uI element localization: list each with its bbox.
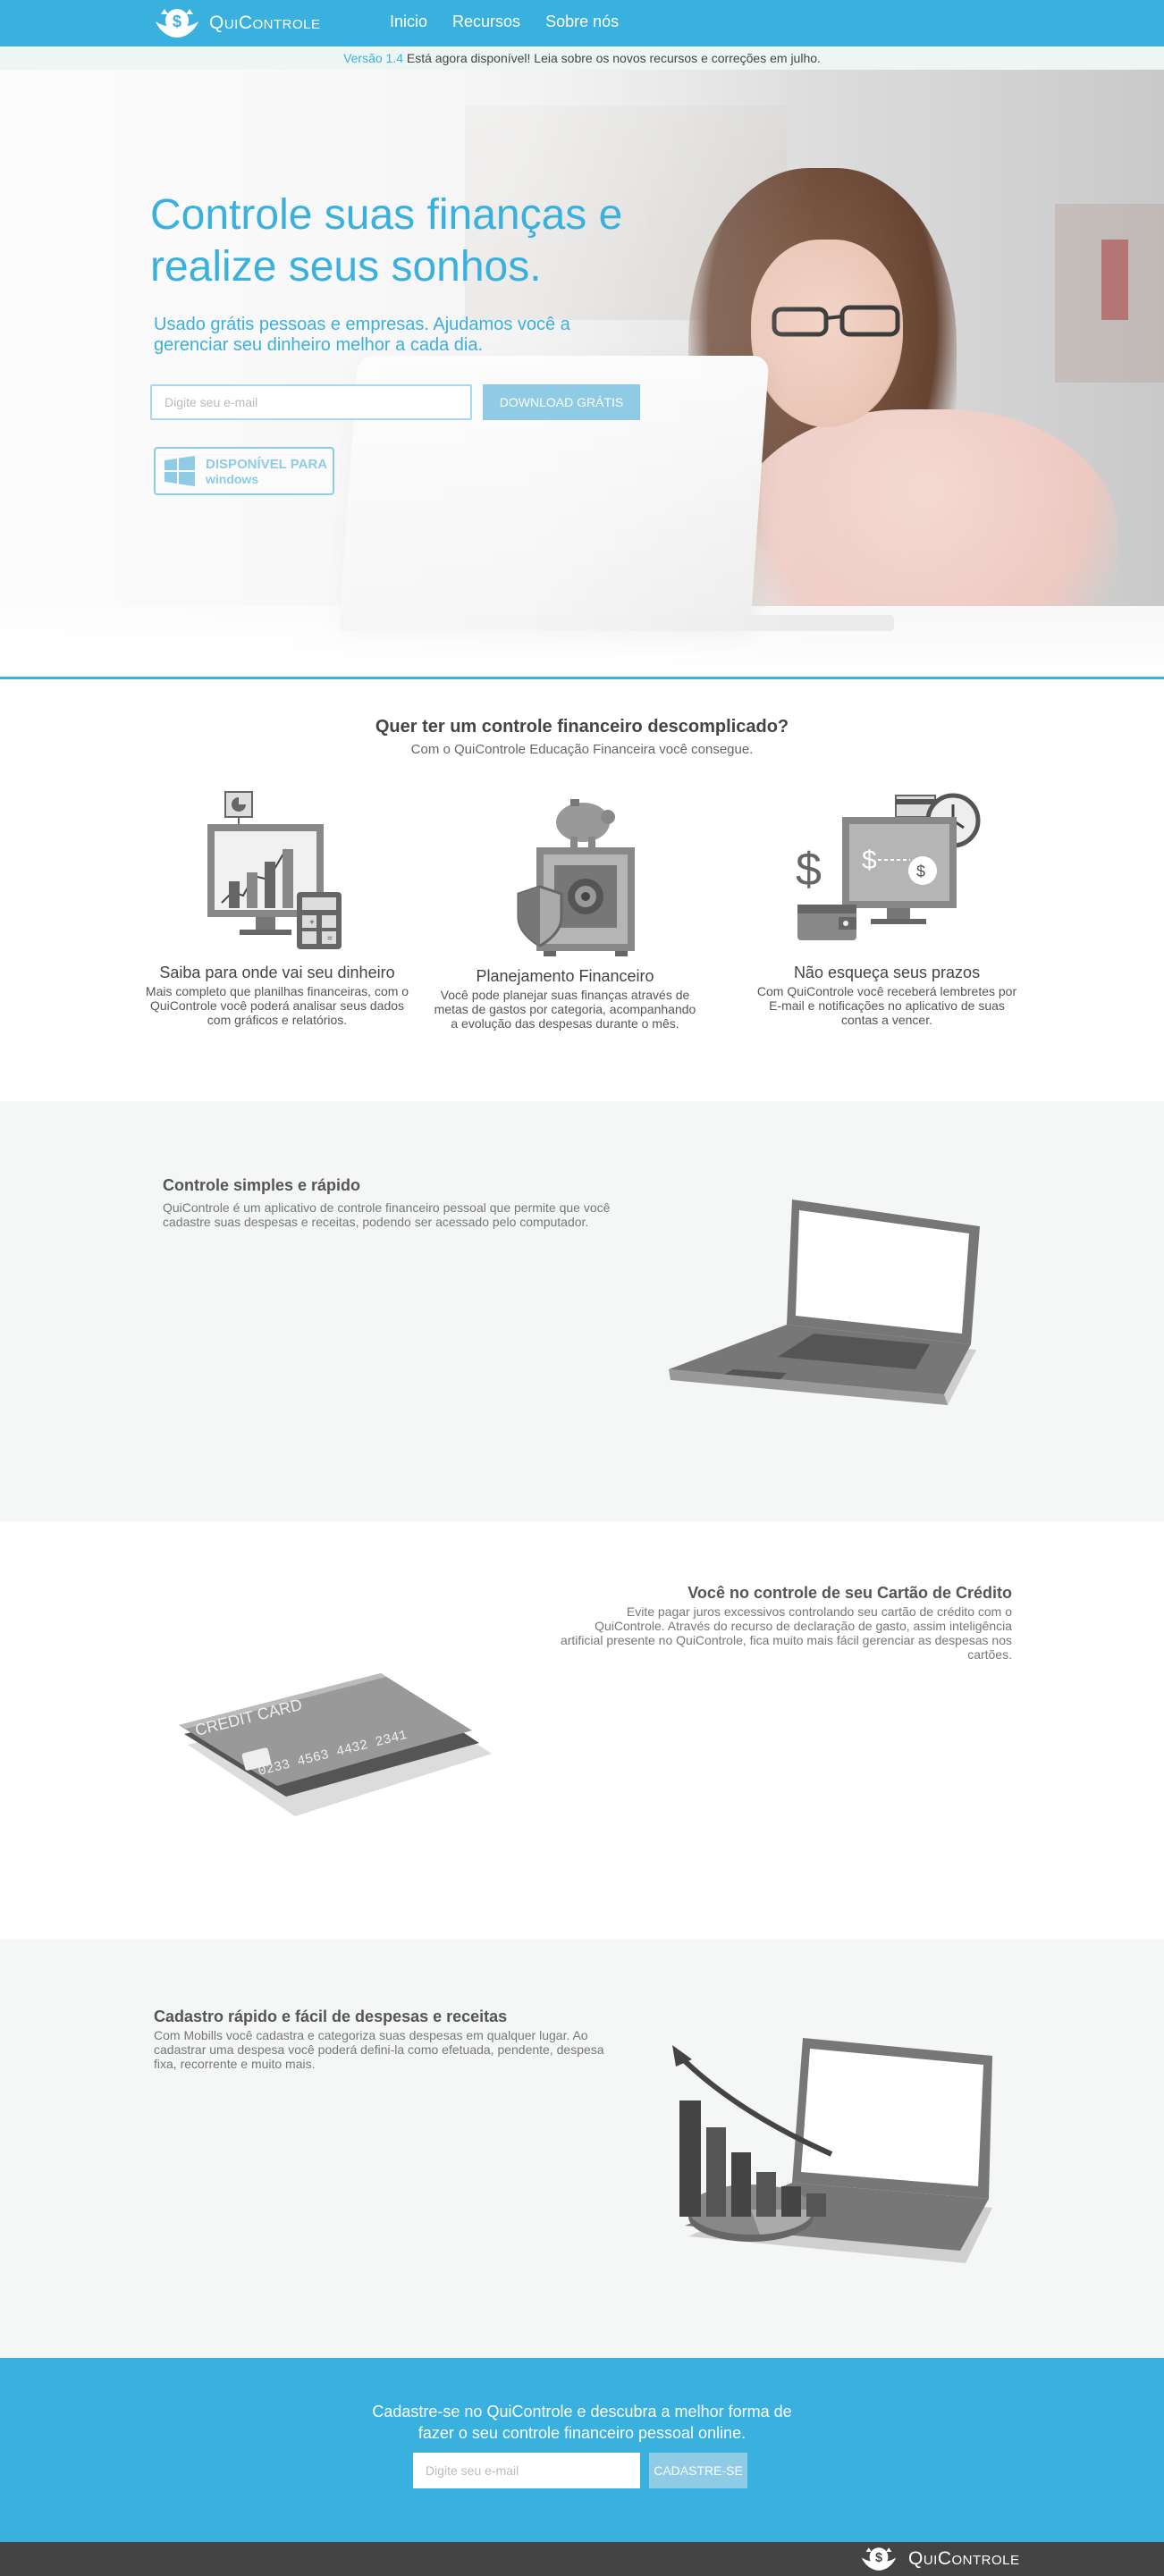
windows-badge[interactable]: DISPONÍVEL PARA windows	[154, 447, 334, 495]
footer: $ QUICONTROLE	[0, 2542, 1164, 2576]
features-section: Quer ter um controle financeiro descompl…	[0, 679, 1164, 1101]
section-title: Controle simples e rápido	[163, 1176, 361, 1194]
feature-title: Não esqueça seus prazos	[793, 964, 981, 981]
nav-link-recursos[interactable]: Recursos	[452, 13, 520, 31]
navbar: $ QUICONTROLE Inicio Recursos Sobre nós	[0, 0, 1164, 46]
features-subtitle: Com o QuiControle Educação Financeira vo…	[410, 742, 754, 757]
announcement-text: Está agora disponível! Leia sobre os nov…	[403, 51, 821, 65]
section-title: Cadastro rápido e fácil de despesas e re…	[154, 2008, 508, 2025]
brand-letter-q: Q	[908, 2548, 924, 2569]
brand-letter-c: C	[937, 2548, 952, 2569]
hero-title: Controle suas finanças e realize seus so…	[150, 191, 623, 290]
feature-desc: Mais completo que planilhas financeiras,…	[145, 984, 409, 1027]
feature-card: + = Saiba para onde vai seu dinheiro Mai…	[143, 787, 411, 1027]
monitor-chart-icon: + =	[207, 791, 342, 949]
windows-icon	[164, 456, 195, 486]
brand-letters-ontrole: ONTROLE	[951, 2553, 1020, 2568]
windows-badge-text: DISPONÍVEL PARA windows	[206, 457, 327, 486]
section-title: Você no controle de seu Cartão de Crédit…	[687, 1584, 1012, 1602]
hero	[0, 70, 1164, 679]
svg-text:$: $	[173, 13, 181, 30]
windows-badge-line1: DISPONÍVEL PARA	[206, 456, 328, 472]
feature-title: Saiba para onde vai seu dinheiro	[159, 964, 395, 981]
features-title: Quer ter um controle financeiro descompl…	[375, 717, 789, 737]
section-desc: QuiControle é um aplicativo de controle …	[163, 1200, 611, 1229]
brand-letters-ui: UI	[224, 17, 239, 32]
brand-letters-ui: UI	[923, 2553, 938, 2568]
hero-overlay	[0, 70, 1164, 677]
cta-email-input[interactable]	[413, 2453, 640, 2488]
signup-cta: Cadastre-se no QuiControle e descubra a …	[0, 2358, 1164, 2542]
nav-link-inicio[interactable]: Inicio	[390, 13, 427, 31]
announcement-bar: Versão 1.4 Está agora disponível! Leia s…	[0, 46, 1164, 70]
cta-text: Cadastre-se no QuiControle e descubra a …	[0, 2401, 1164, 2444]
section-text: Você no controle de seu Cartão de Crédit…	[556, 1584, 1012, 1662]
version-link[interactable]: Versão 1.4	[343, 51, 403, 65]
svg-text:$: $	[796, 844, 822, 896]
nav-link-sobre[interactable]: Sobre nós	[545, 13, 619, 31]
section-simple-control: Controle simples e rápido QuiControle é …	[0, 1101, 1164, 1521]
signup-button[interactable]: CADASTRE-SE	[649, 2453, 747, 2488]
feature-card: $ $ $ Não esqueça seus prazos Com QuiCon…	[753, 787, 1021, 1027]
brand-logo-icon: $	[156, 9, 198, 38]
footer-brand-name: QUICONTROLE	[908, 2548, 1020, 2570]
hero-email-input[interactable]	[150, 384, 472, 420]
section-expenses: Cadastro rápido e fácil de despesas e re…	[0, 1940, 1164, 2358]
section-credit-card: Você no controle de seu Cartão de Crédit…	[0, 1521, 1164, 1940]
feature-desc: Com QuiControle você receberá lembretes …	[756, 984, 1017, 1027]
laptop-icon	[669, 1200, 980, 1405]
feature-desc: Você pode planejar suas finanças através…	[434, 988, 696, 1031]
feature-card: Planejamento Financeiro Você pode planej…	[431, 787, 699, 1031]
feature-title: Planejamento Financeiro	[476, 967, 654, 985]
windows-badge-line2: windows	[206, 471, 259, 486]
section-text: Controle simples e rápido QuiControle é …	[163, 1176, 619, 1229]
brand-letter-q: Q	[209, 13, 224, 33]
section-desc: Com Mobills você cadastra e categoriza s…	[154, 2028, 604, 2071]
brand-letter-c: C	[238, 13, 253, 33]
brand[interactable]: $ QUICONTROLE	[152, 4, 321, 43]
credit-card-icon: CREDIT CARD 0233 4563 4432 2341	[179, 1673, 492, 1816]
svg-text:=: =	[327, 934, 333, 944]
safe-piggy-icon	[517, 799, 635, 956]
svg-text:$: $	[875, 2551, 882, 2565]
download-button[interactable]: DOWNLOAD GRÁTIS	[483, 384, 640, 420]
footer-brand[interactable]: $ QUICONTROLE	[856, 2544, 1020, 2574]
brand-name: QUICONTROLE	[209, 13, 321, 34]
svg-text:$: $	[862, 846, 877, 875]
hero-subtitle: Usado grátis pessoas e empresas. Ajudamo…	[154, 315, 570, 355]
calendar-money-icon: $ $ $	[796, 793, 981, 940]
nav-links: Inicio Recursos Sobre nós	[390, 13, 644, 31]
svg-text:+: +	[309, 918, 315, 928]
brand-letters-ontrole: ONTROLE	[252, 17, 321, 32]
svg-text:$: $	[916, 863, 925, 880]
section-text: Cadastro rápido e fácil de despesas e re…	[154, 2008, 619, 2071]
chart-laptop-icon	[672, 2038, 992, 2263]
brand-logo-icon: $	[861, 2547, 897, 2571]
section-desc: Evite pagar juros excessivos controlando…	[560, 1604, 1012, 1662]
cta-message: Cadastre-se no QuiControle e descubra a …	[372, 2403, 792, 2442]
